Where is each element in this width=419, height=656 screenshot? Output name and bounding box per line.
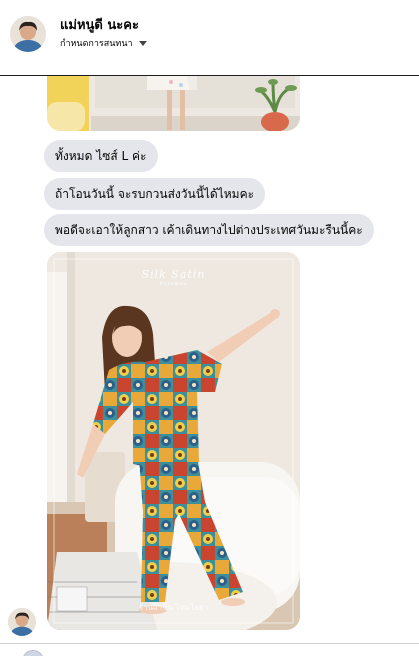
conversation-settings-dropdown[interactable]: กำหนดการสนทนา — [60, 36, 147, 50]
chat-header: แม่หนูดี นะคะ กำหนดการสนทนา — [0, 0, 419, 76]
brand-logo-subtext: Pajamas — [159, 281, 188, 287]
contact-name[interactable]: แม่หนูดี นะคะ — [60, 14, 139, 35]
sender-avatar[interactable] — [8, 608, 36, 636]
photo-message-top[interactable] — [47, 76, 300, 131]
shop-watermark: ร้านผ้าซิ้น ไหมไอยา — [138, 603, 209, 612]
caret-down-icon — [138, 40, 147, 46]
message-composer[interactable] — [0, 643, 419, 656]
photo-message-pajamas[interactable]: Silk Satin Pajamas ร้านผ้าซิ้น ไหมไอยา — [47, 252, 300, 630]
message-bubble-3[interactable]: พอดีจะเอาให้ลูกสาว เค้าเดินทางไปต่างประเ… — [44, 214, 374, 246]
contact-avatar[interactable] — [10, 16, 46, 52]
message-bubble-1[interactable]: ทั้งหมด ไซส์ L ค่ะ — [44, 140, 158, 172]
message-bubble-2[interactable]: ถ้าโอนวันนี้ จะรบกวนส่งวันนี้ได้ไหมคะ — [44, 178, 266, 210]
composer-avatar-icon — [22, 650, 44, 656]
brand-logo-text: Silk Satin Pajamas — [47, 268, 300, 287]
conversation-settings-label: กำหนดการสนทนา — [60, 39, 133, 49]
